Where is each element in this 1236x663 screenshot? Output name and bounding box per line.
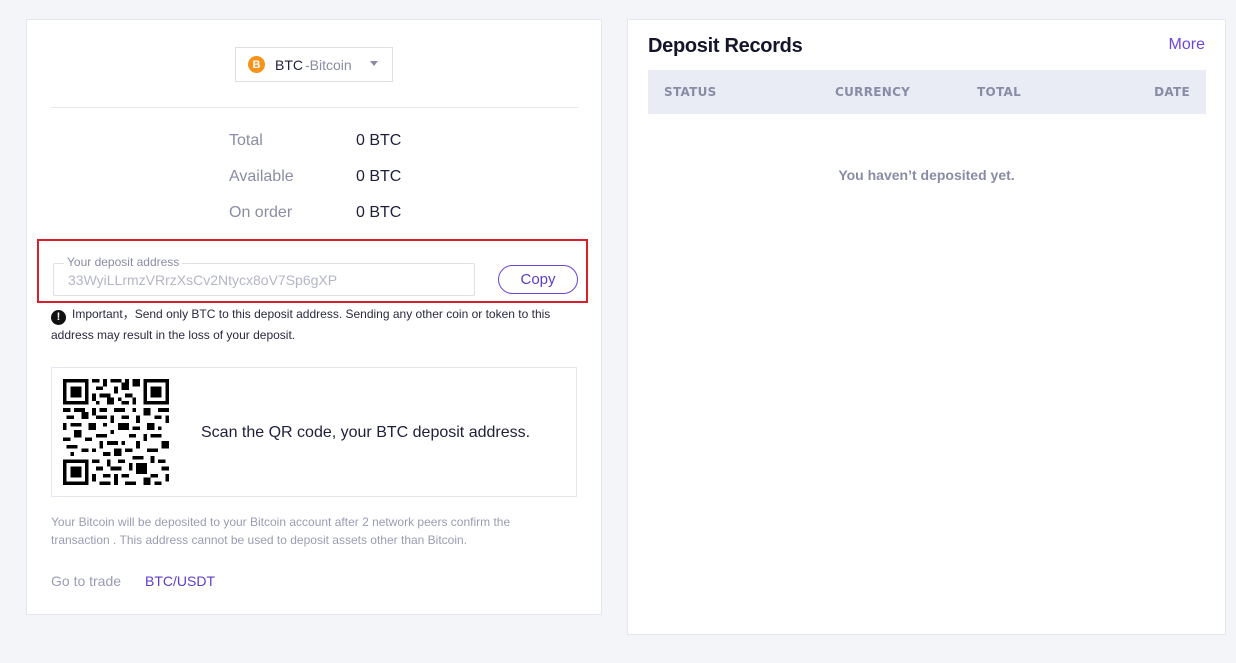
deposit-address-value[interactable]: 33WyiLLrmzVRrzXsCv2Ntycx8oV7Sp6gXP — [68, 272, 337, 288]
balance-value: 0 BTC — [356, 168, 402, 185]
column-total[interactable]: TOTAL — [977, 85, 1021, 99]
currency-name: -Bitcoin — [305, 56, 352, 73]
balance-value: 0 BTC — [356, 132, 402, 149]
balance-label: Available — [229, 168, 294, 185]
chevron-down-icon — [370, 61, 378, 66]
currency-select[interactable]: B BTC -Bitcoin — [235, 47, 393, 82]
column-date[interactable]: DATE — [1154, 85, 1190, 99]
balance-value: 0 BTC — [356, 204, 402, 221]
trade-pair-link[interactable]: BTC/USDT — [145, 573, 215, 589]
qr-box: Scan the QR code, your BTC deposit addre… — [51, 367, 577, 497]
bitcoin-icon: B — [248, 56, 265, 73]
exclamation-icon: ! — [51, 310, 66, 325]
more-link[interactable]: More — [1169, 36, 1205, 54]
deposit-address-highlight: Your deposit address 33WyiLLrmzVRrzXsCv2… — [37, 239, 588, 303]
column-currency[interactable]: CURRENCY — [835, 85, 910, 99]
qr-code — [63, 379, 169, 485]
go-to-trade-label: Go to trade — [51, 573, 122, 589]
copy-button[interactable]: Copy — [498, 265, 578, 294]
column-status[interactable]: STATUS — [664, 85, 717, 99]
records-table-header: STATUS CURRENCY TOTAL DATE — [648, 70, 1206, 114]
qr-caption: Scan the QR code, your BTC deposit addre… — [201, 424, 531, 441]
deposit-address-label: Your deposit address — [64, 255, 183, 269]
deposit-records-title: Deposit Records — [648, 35, 803, 57]
empty-records-message: You haven’t deposited yet. — [838, 167, 1015, 183]
deposit-panel: B BTC -Bitcoin Total 0 BTC Available 0 B… — [26, 19, 602, 615]
balance-label: Total — [229, 132, 263, 149]
important-prefix: Important， — [72, 307, 135, 321]
deposit-info-text: Your Bitcoin will be deposited to your B… — [51, 515, 511, 547]
balance-label: On order — [229, 204, 293, 221]
deposit-address-field[interactable]: Your deposit address 33WyiLLrmzVRrzXsCv2… — [53, 255, 475, 296]
currency-code: BTC — [275, 56, 303, 73]
deposit-records-panel: Deposit Records More STATUS CURRENCY TOT… — [627, 19, 1226, 635]
important-note: ! Important，Send only BTC to this deposit… — [51, 304, 571, 346]
divider — [51, 107, 578, 108]
